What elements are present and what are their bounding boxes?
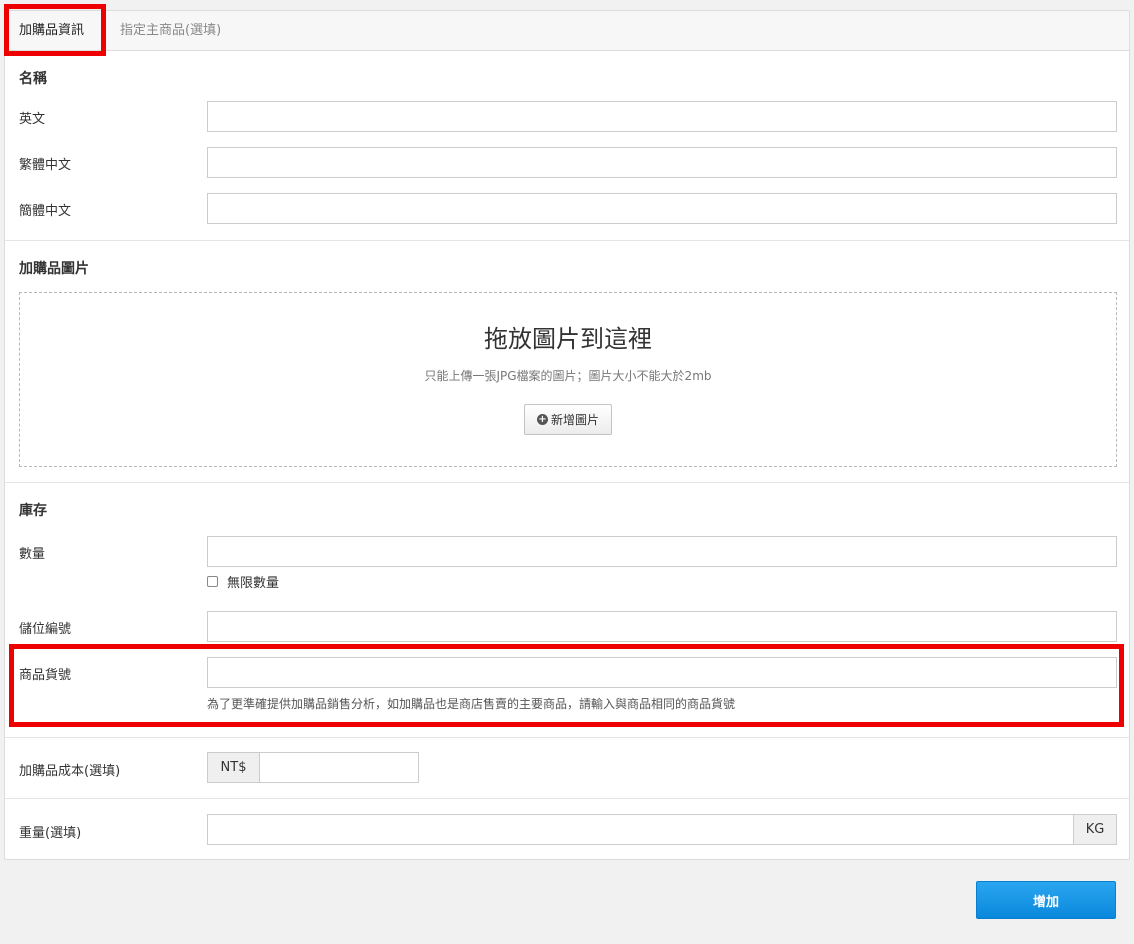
divider [5, 240, 1129, 241]
cost-input[interactable] [259, 752, 419, 783]
tab-bar: 加購品資訊 指定主商品(選填) [5, 11, 1129, 51]
image-section-title: 加購品圖片 [19, 261, 89, 277]
currency-addon: NT$ [207, 752, 260, 783]
stock-section-title: 庫存 [19, 503, 47, 519]
tab-main-product[interactable]: 指定主商品(選填) [120, 11, 221, 51]
storage-location-input[interactable] [207, 611, 1117, 642]
unlimited-quantity-checkbox[interactable] [207, 576, 218, 587]
simplified-chinese-name-label: 簡體中文 [19, 204, 72, 219]
plus-circle-icon: + [536, 414, 548, 425]
traditional-chinese-name-input[interactable] [207, 147, 1117, 178]
cost-label: 加購品成本(選填) [19, 764, 121, 779]
dropzone-title: 拖放圖片到這裡 [484, 325, 652, 353]
dropzone-hint: 只能上傳一張JPG檔案的圖片；圖片大小不能大於2mb [424, 369, 712, 383]
traditional-chinese-name-label: 繁體中文 [19, 158, 72, 173]
quantity-label: 數量 [19, 547, 46, 562]
divider [5, 737, 1129, 738]
weight-input[interactable] [207, 814, 1074, 845]
weight-unit-addon: KG [1073, 814, 1117, 845]
quantity-input[interactable] [207, 536, 1117, 567]
sku-highlight-frame [9, 644, 1124, 727]
add-image-button[interactable]: + 新增圖片 [524, 404, 612, 435]
english-name-label: 英文 [19, 112, 46, 127]
add-image-label: 新增圖片 [550, 413, 599, 427]
image-dropzone[interactable]: 拖放圖片到這裡 只能上傳一張JPG檔案的圖片；圖片大小不能大於2mb + 新增圖… [19, 292, 1117, 467]
name-section-title: 名稱 [19, 71, 47, 87]
weight-label: 重量(選填) [19, 826, 82, 841]
tab-highlight-frame [4, 4, 106, 56]
english-name-input[interactable] [207, 101, 1117, 132]
unlimited-quantity-label: 無限數量 [227, 576, 280, 591]
simplified-chinese-name-input[interactable] [207, 193, 1117, 224]
add-on-form-panel: 加購品資訊 指定主商品(選填) 名稱 英文 繁體中文 簡體中文 加購品圖片 拖放… [4, 10, 1130, 860]
storage-location-label: 儲位編號 [19, 622, 72, 637]
add-button[interactable]: 增加 [976, 881, 1116, 919]
divider [5, 482, 1129, 483]
divider [5, 798, 1129, 799]
